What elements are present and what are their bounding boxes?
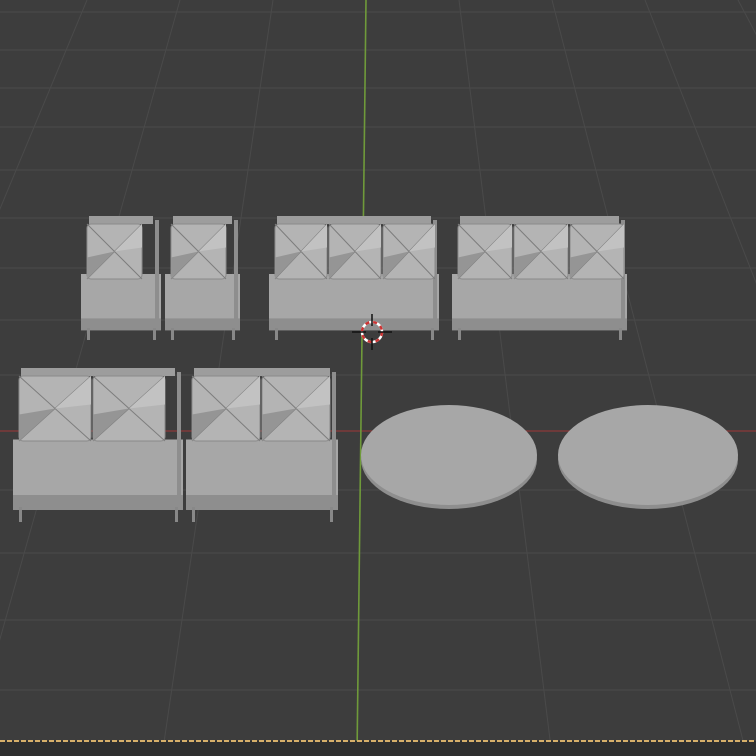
leg xyxy=(275,328,278,340)
round-table-2 xyxy=(558,405,738,509)
grid-line xyxy=(644,0,756,284)
seat-base xyxy=(13,495,183,510)
grid-line xyxy=(458,0,553,756)
sofa-3-seat-1 xyxy=(269,216,439,340)
sofa-2-seat-2 xyxy=(186,368,338,522)
backrest xyxy=(194,368,330,376)
seat-base xyxy=(452,318,627,331)
timeline-region xyxy=(0,741,756,756)
leg xyxy=(232,328,235,340)
leg xyxy=(19,507,22,522)
grid-line xyxy=(551,0,748,756)
table-top xyxy=(558,405,738,505)
table-top xyxy=(361,405,537,505)
seat-base xyxy=(81,318,161,331)
backrest xyxy=(460,216,619,224)
sofa-3-seat-2 xyxy=(452,216,627,340)
round-table-1 xyxy=(361,405,537,509)
backrest xyxy=(21,368,175,376)
viewport-canvas[interactable] xyxy=(0,0,756,756)
backrest xyxy=(173,216,232,224)
chair-2 xyxy=(165,216,240,340)
chair-1 xyxy=(81,216,161,340)
grid-line xyxy=(737,0,756,36)
leg xyxy=(458,328,461,340)
leg xyxy=(619,328,622,340)
backrest xyxy=(277,216,431,224)
leg xyxy=(175,507,178,522)
seat-base xyxy=(165,318,240,331)
leg xyxy=(431,328,434,340)
seat-base xyxy=(186,495,338,510)
backrest xyxy=(89,216,153,224)
sofa-2-seat-1 xyxy=(13,368,183,522)
leg xyxy=(171,328,174,340)
leg xyxy=(192,507,195,522)
leg xyxy=(87,328,90,340)
seat-base xyxy=(269,318,439,331)
leg xyxy=(153,328,156,340)
leg xyxy=(330,507,333,522)
3d-viewport[interactable] xyxy=(0,0,756,756)
y-axis-line xyxy=(356,0,367,756)
